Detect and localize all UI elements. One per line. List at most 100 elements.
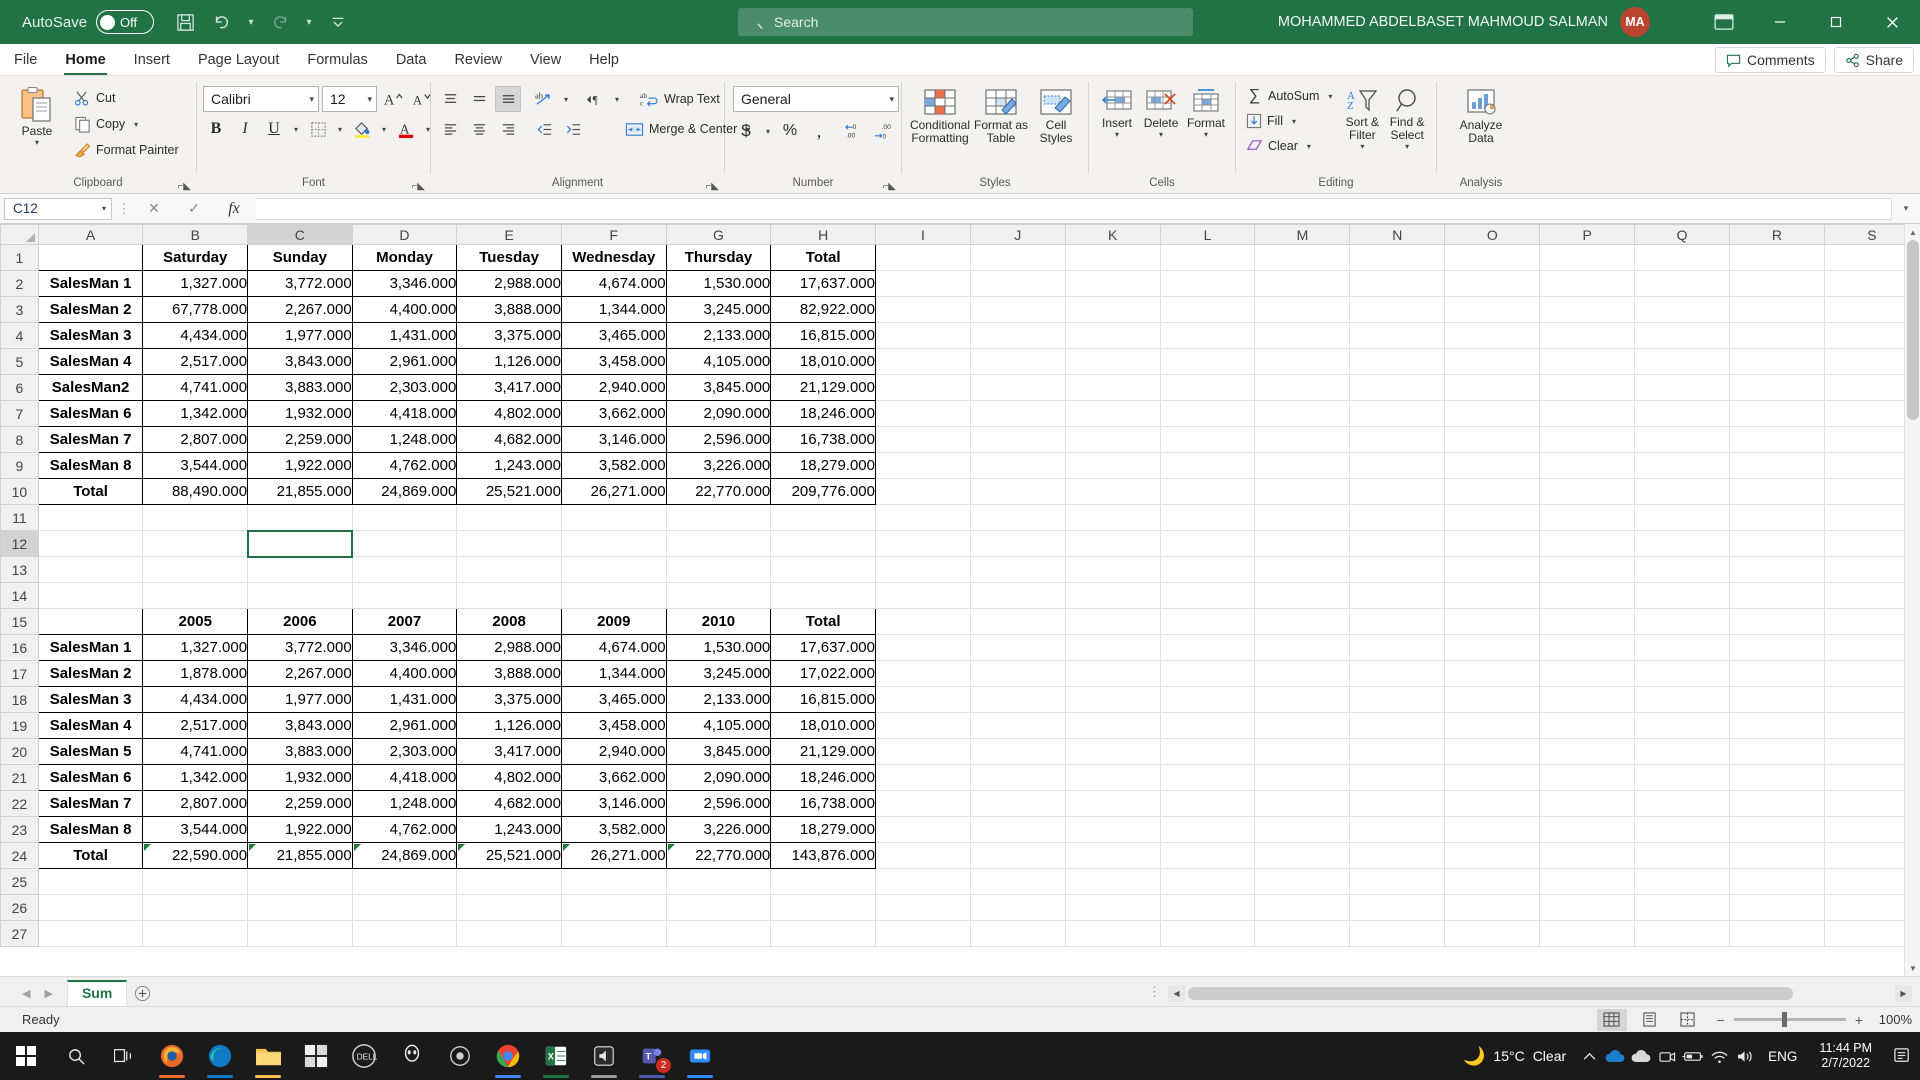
cell-P11[interactable] bbox=[1539, 504, 1636, 531]
cell-F22[interactable]: 3,146.000 bbox=[560, 790, 667, 817]
cell-P12[interactable] bbox=[1539, 530, 1636, 557]
cell-P1[interactable] bbox=[1539, 244, 1636, 271]
cell-C25[interactable] bbox=[247, 868, 353, 895]
cell-M11[interactable] bbox=[1254, 504, 1351, 531]
cell-D21[interactable]: 4,418.000 bbox=[351, 764, 458, 791]
cell-I17[interactable] bbox=[875, 660, 971, 687]
cell-G12[interactable] bbox=[666, 530, 772, 557]
cell-N14[interactable] bbox=[1349, 582, 1446, 609]
sound-app-icon[interactable] bbox=[580, 1032, 628, 1080]
cell-G17[interactable]: 3,245.000 bbox=[665, 660, 772, 687]
column-header-g[interactable]: G bbox=[665, 224, 772, 245]
firefox-icon[interactable] bbox=[148, 1032, 196, 1080]
text-direction-caret-icon[interactable]: ▾ bbox=[611, 95, 623, 104]
cell-D25[interactable] bbox=[352, 868, 458, 895]
autosave-toggle[interactable]: AutoSave Off bbox=[22, 10, 155, 34]
cell-B19[interactable]: 2,517.000 bbox=[142, 712, 249, 739]
cell-Q9[interactable] bbox=[1634, 452, 1731, 479]
autosave-switch[interactable]: Off bbox=[96, 10, 155, 34]
cell-I19[interactable] bbox=[875, 712, 971, 739]
row-header-7[interactable]: 7 bbox=[0, 400, 39, 427]
cell-J17[interactable] bbox=[970, 660, 1066, 687]
cell-A13[interactable] bbox=[38, 556, 144, 583]
cell-R24[interactable] bbox=[1729, 842, 1825, 869]
orientation-icon[interactable]: ab bbox=[531, 86, 557, 112]
cell-M26[interactable] bbox=[1254, 894, 1351, 921]
cell-I1[interactable] bbox=[875, 244, 971, 271]
cell-K13[interactable] bbox=[1065, 556, 1161, 583]
cell-O11[interactable] bbox=[1444, 504, 1541, 531]
format-cells-button[interactable]: Format ▾ bbox=[1183, 85, 1229, 139]
cell-I21[interactable] bbox=[875, 764, 971, 791]
cell-N4[interactable] bbox=[1349, 322, 1446, 349]
fill-button[interactable]: Fill ▾ bbox=[1242, 109, 1340, 133]
cell-G18[interactable]: 2,133.000 bbox=[665, 686, 772, 713]
save-icon[interactable] bbox=[168, 6, 202, 38]
cell-J1[interactable] bbox=[970, 244, 1066, 271]
cell-H3[interactable]: 82,922.000 bbox=[770, 296, 876, 323]
cell-C23[interactable]: 1,922.000 bbox=[247, 816, 353, 843]
cell-I13[interactable] bbox=[875, 556, 971, 583]
cell-E8[interactable]: 4,682.000 bbox=[456, 426, 562, 453]
cell-M12[interactable] bbox=[1254, 530, 1351, 557]
cell-O2[interactable] bbox=[1444, 270, 1541, 297]
cell-N22[interactable] bbox=[1349, 790, 1446, 817]
column-header-b[interactable]: B bbox=[142, 224, 249, 245]
insert-cells-button[interactable]: Insert ▾ bbox=[1095, 85, 1139, 139]
cell-I22[interactable] bbox=[875, 790, 971, 817]
percent-format-button[interactable]: % bbox=[777, 118, 803, 144]
cell-G16[interactable]: 1,530.000 bbox=[665, 634, 772, 661]
cell-D16[interactable]: 3,346.000 bbox=[351, 634, 458, 661]
cell-C3[interactable]: 2,267.000 bbox=[247, 296, 353, 323]
cell-D9[interactable]: 4,762.000 bbox=[351, 452, 458, 479]
cell-A16[interactable]: SalesMan 1 bbox=[37, 634, 144, 661]
column-header-o[interactable]: O bbox=[1444, 224, 1541, 245]
cell-E24[interactable]: 25,521.000 bbox=[456, 842, 562, 869]
cell-D4[interactable]: 1,431.000 bbox=[351, 322, 458, 349]
sort-filter-button[interactable]: AZ Sort & Filter ▾ bbox=[1340, 84, 1384, 151]
cell-G22[interactable]: 2,596.000 bbox=[665, 790, 772, 817]
wrap-text-button[interactable]: ab c Wrap Text bbox=[636, 87, 724, 111]
cell-D20[interactable]: 2,303.000 bbox=[351, 738, 458, 765]
cell-A1[interactable] bbox=[37, 244, 144, 271]
zoom-out-icon[interactable]: − bbox=[1717, 1012, 1725, 1028]
cell-I11[interactable] bbox=[875, 504, 971, 531]
cell-H11[interactable] bbox=[770, 504, 876, 531]
cell-A4[interactable]: SalesMan 3 bbox=[37, 322, 144, 349]
cell-N20[interactable] bbox=[1349, 738, 1446, 765]
cell-F23[interactable]: 3,582.000 bbox=[560, 816, 667, 843]
cell-N9[interactable] bbox=[1349, 452, 1446, 479]
cell-I3[interactable] bbox=[875, 296, 971, 323]
cell-O23[interactable] bbox=[1444, 816, 1541, 843]
delete-cells-button[interactable]: Delete ▾ bbox=[1139, 85, 1183, 139]
cell-L9[interactable] bbox=[1160, 452, 1256, 479]
cell-D12[interactable] bbox=[352, 530, 458, 557]
cell-L3[interactable] bbox=[1160, 296, 1256, 323]
cell-E5[interactable]: 1,126.000 bbox=[456, 348, 562, 375]
cell-F25[interactable] bbox=[561, 868, 667, 895]
cell-G4[interactable]: 2,133.000 bbox=[665, 322, 772, 349]
increase-indent-icon[interactable] bbox=[560, 116, 586, 142]
cell-P15[interactable] bbox=[1539, 608, 1636, 635]
cell-R25[interactable] bbox=[1729, 868, 1825, 895]
sheet-tab-sum[interactable]: Sum bbox=[66, 980, 128, 1006]
redo-dropdown-icon[interactable]: ▾ bbox=[300, 6, 318, 38]
cell-K18[interactable] bbox=[1065, 686, 1161, 713]
row-header-20[interactable]: 20 bbox=[0, 738, 39, 765]
cell-I9[interactable] bbox=[875, 452, 971, 479]
cell-I4[interactable] bbox=[875, 322, 971, 349]
cell-A11[interactable] bbox=[38, 504, 144, 531]
zoom-slider-track[interactable] bbox=[1733, 1012, 1846, 1027]
align-bottom-icon[interactable] bbox=[495, 86, 521, 112]
row-header-8[interactable]: 8 bbox=[0, 426, 39, 453]
cell-I2[interactable] bbox=[875, 270, 971, 297]
cell-Q12[interactable] bbox=[1634, 530, 1731, 557]
cell-H21[interactable]: 18,246.000 bbox=[770, 764, 876, 791]
cell-H9[interactable]: 18,279.000 bbox=[770, 452, 876, 479]
cell-P27[interactable] bbox=[1539, 920, 1636, 947]
cell-R15[interactable] bbox=[1729, 608, 1825, 635]
cell-O12[interactable] bbox=[1444, 530, 1541, 557]
cell-R5[interactable] bbox=[1729, 348, 1825, 375]
cell-K16[interactable] bbox=[1065, 634, 1161, 661]
sheet-grid[interactable]: A B C D E F G H I J K L M N O P Q R S 1 Saturday Sunday Monday… bbox=[0, 224, 1920, 976]
